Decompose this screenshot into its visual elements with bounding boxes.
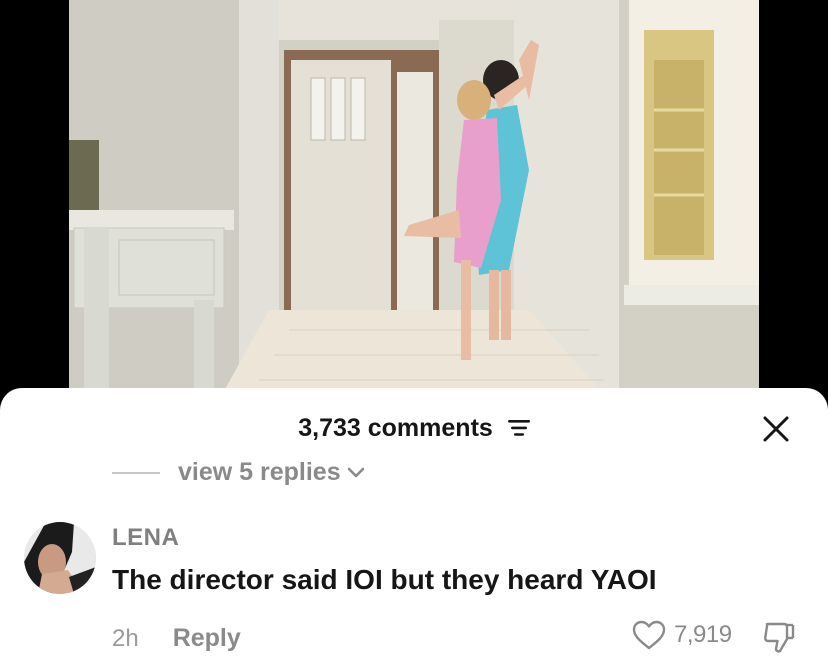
reply-button[interactable]: Reply — [173, 624, 241, 653]
comment-meta: 2h Reply — [112, 624, 241, 653]
view-replies-toggle[interactable]: view 5 replies — [112, 450, 365, 490]
close-icon — [763, 416, 789, 442]
comment-count: 3,733 comments — [298, 414, 493, 442]
heart-icon — [632, 620, 666, 650]
comment-text: The director said IOI but they heard YAO… — [112, 564, 657, 595]
video-player[interactable] — [0, 0, 828, 420]
chevron-down-icon — [347, 466, 365, 484]
view-replies-label: view 5 replies — [178, 458, 341, 486]
like-count: 7,919 — [674, 621, 732, 648]
comments-header: 3,733 comments — [0, 414, 828, 444]
video-frame — [69, 0, 759, 400]
comment-timestamp: 2h — [112, 624, 139, 652]
comments-sheet: 3,733 comments view 5 replies LENA The d… — [0, 388, 828, 666]
comment-username[interactable]: LENA — [112, 524, 179, 552]
thumbs-down-icon — [764, 622, 795, 653]
filter-icon[interactable] — [507, 415, 530, 444]
avatar[interactable] — [24, 522, 96, 594]
replies-divider — [112, 472, 160, 474]
like-button[interactable]: 7,919 — [632, 620, 732, 650]
dislike-button[interactable] — [762, 620, 796, 659]
video-still-image — [69, 0, 759, 400]
close-button[interactable] — [762, 415, 790, 443]
